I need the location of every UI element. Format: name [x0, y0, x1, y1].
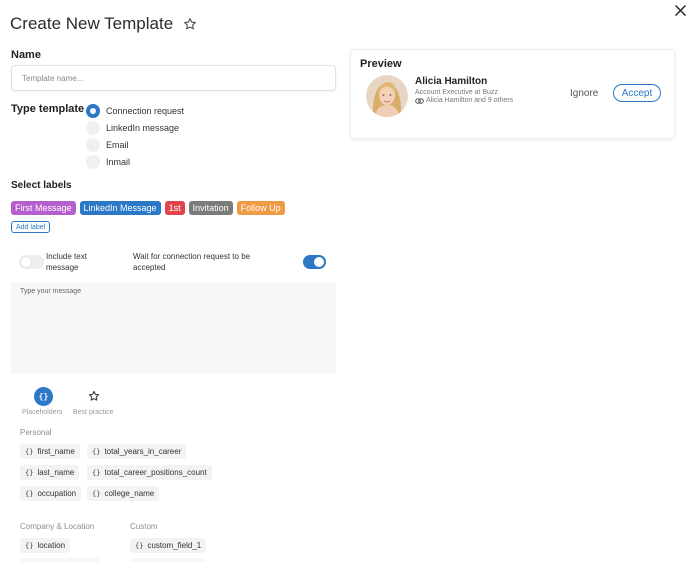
radio-label: Email — [106, 139, 129, 150]
radio-label: Inmail — [106, 156, 131, 167]
chip-text: college_name — [104, 489, 155, 498]
braces-icon: {} — [92, 468, 101, 477]
placeholder-chip-location[interactable]: {} location — [20, 538, 71, 553]
radio-connection-request[interactable]: Connection request — [86, 102, 184, 119]
message-textarea[interactable] — [11, 282, 336, 374]
accept-button[interactable]: Accept — [613, 84, 661, 102]
preview-mutual-connections: Alicia Hamilton and 9 others — [415, 97, 513, 104]
preview-contact-name: Alicia Hamilton — [415, 76, 488, 87]
radio-button[interactable] — [86, 137, 100, 152]
radio-button-checked[interactable] — [86, 103, 100, 118]
name-label: Name — [11, 49, 41, 61]
placeholder-chip-first-name[interactable]: {} first_name — [20, 444, 80, 459]
add-label-button[interactable]: Add label — [11, 221, 51, 233]
favorite-star-icon[interactable] — [182, 16, 198, 32]
radio-button[interactable] — [86, 120, 100, 135]
title-row: Create New Template — [10, 14, 198, 34]
close-icon[interactable] — [672, 2, 688, 18]
type-template-label: Type template — [11, 103, 85, 115]
chip-text: occupation — [37, 489, 77, 498]
preview-title: Preview — [360, 58, 402, 70]
placeholder-chip-college-name[interactable]: {} college_name — [87, 486, 160, 501]
wait-connection-toggle[interactable] — [303, 255, 326, 269]
chip-text: total_years_in_career — [104, 447, 182, 456]
chip-text: last_name — [37, 468, 75, 477]
preview-contact-role: Account Executive at Buzz — [415, 89, 498, 96]
braces-icon: {} — [92, 489, 101, 498]
placeholder-chip-cutoff[interactable] — [130, 558, 206, 562]
chip-text: total_career_positions_count — [104, 468, 207, 477]
radio-label: Connection request — [106, 105, 185, 116]
braces-icon: {} — [92, 447, 101, 456]
wait-connection-label: Wait for connection request to be accept… — [133, 252, 251, 272]
radio-linkedin-message[interactable]: LinkedIn message — [86, 119, 184, 136]
chip-text: custom_field_1 — [147, 541, 202, 550]
placeholder-chip-total-years-in-career[interactable]: {} total_years_in_career — [87, 444, 187, 459]
preview-card: Preview Alicia Hamilton Account Executiv… — [350, 49, 675, 139]
page-title: Create New Template — [10, 14, 174, 33]
label-first-message[interactable]: First Message — [11, 201, 76, 215]
ignore-button[interactable]: Ignore — [570, 88, 598, 99]
best-practice-star-icon[interactable] — [87, 389, 101, 403]
radio-email[interactable]: Email — [86, 136, 184, 153]
radio-label: LinkedIn message — [106, 122, 180, 133]
braces-icon: {} — [25, 541, 34, 550]
braces-icon: {} — [25, 489, 34, 498]
include-text-label: Include text message — [46, 252, 87, 272]
template-name-input[interactable] — [11, 65, 336, 91]
label-follow-up[interactable]: Follow Up — [236, 201, 285, 215]
braces-icon: {} — [135, 541, 144, 550]
braces-icon: {} — [25, 447, 34, 456]
mutual-connections-icon — [415, 97, 424, 104]
type-template-radio-group: Connection request LinkedIn message Emai… — [86, 102, 184, 170]
braces-icon[interactable]: {} — [34, 387, 53, 406]
company-location-section-label: Company & Location — [20, 522, 95, 531]
radio-inmail[interactable]: Inmail — [86, 153, 184, 170]
radio-button[interactable] — [86, 154, 100, 169]
placeholders-tab-label[interactable]: Placeholders — [22, 409, 62, 416]
placeholder-chip-cutoff[interactable] — [20, 558, 100, 562]
chip-text: location — [37, 541, 66, 550]
include-text-toggle[interactable] — [19, 255, 44, 269]
label-invitation[interactable]: Invitation — [188, 201, 233, 215]
custom-section-label: Custom — [130, 522, 158, 531]
placeholder-chip-last-name[interactable]: {} last_name — [20, 465, 80, 480]
placeholder-chip-custom-field-1[interactable]: {} custom_field_1 — [130, 538, 207, 553]
best-practice-tab-label[interactable]: Best practice — [73, 409, 113, 416]
labels-row: First Message LinkedIn Message 1st Invit… — [11, 201, 285, 215]
braces-icon: {} — [25, 468, 34, 477]
mutual-connections-text: Alicia Hamilton and 9 others — [426, 97, 514, 104]
label-linkedin-message[interactable]: LinkedIn Message — [79, 201, 161, 215]
chip-text: first_name — [37, 447, 75, 456]
placeholder-chip-total-career-positions-count[interactable]: {} total_career_positions_count — [87, 465, 212, 480]
personal-section-label: Personal — [20, 428, 52, 437]
select-labels-label: Select labels — [11, 180, 72, 191]
placeholder-chip-occupation[interactable]: {} occupation — [20, 486, 82, 501]
label-1st[interactable]: 1st — [164, 201, 185, 215]
avatar — [366, 75, 408, 117]
